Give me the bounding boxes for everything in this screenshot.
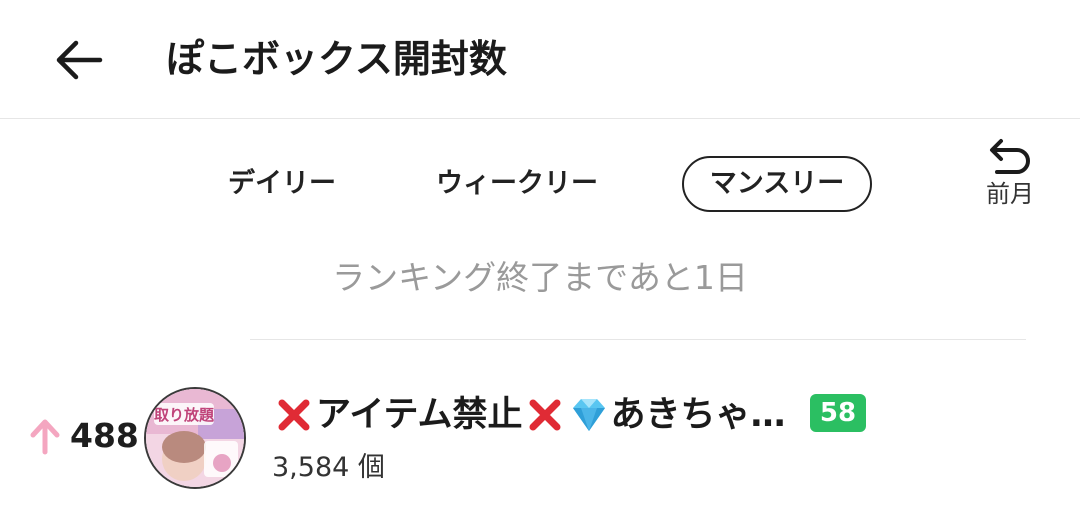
back-button[interactable]: [48, 30, 108, 90]
period-tabs: デイリー ウィークリー マンスリー: [0, 156, 1080, 214]
streamer-name[interactable]: アイテム禁止 あきちゃ…: [272, 392, 786, 440]
divider: [250, 339, 1026, 340]
cross-mark-icon: [529, 399, 561, 431]
streamer-name-part2: あきちゃ…: [610, 395, 786, 435]
arrow-left-icon: [56, 40, 103, 80]
undo-arrow-icon: [990, 139, 1030, 174]
level-badge: 58: [810, 394, 866, 432]
page-title: ぽこボックス開封数: [166, 37, 507, 81]
arrow-up-icon: [30, 419, 60, 455]
cross-mark-icon: [278, 399, 310, 431]
avatar-badge-text: 取り放題: [154, 406, 215, 424]
prev-month-label: 前月: [986, 180, 1034, 208]
prev-month-button[interactable]: 前月: [975, 137, 1045, 229]
avatar[interactable]: 取り放題: [144, 387, 246, 489]
gem-icon: [572, 399, 605, 431]
open-count: 3,584 個: [272, 452, 385, 483]
tab-weekly[interactable]: ウィークリー: [436, 156, 598, 212]
header: ぽこボックス開封数: [0, 0, 1080, 119]
rank-number: 488: [70, 416, 139, 455]
page: ぽこボックス開封数 デイリー ウィークリー マンスリー 前月 ランキング終了まで…: [0, 0, 1080, 520]
ranking-row[interactable]: 488 取り放題 アイテム禁止 あきちゃ… 58 3,584 個: [0, 380, 1080, 500]
streamer-name-part1: アイテム禁止: [316, 395, 523, 435]
tab-monthly[interactable]: マンスリー: [682, 156, 872, 212]
ranking-remaining-text: ランキング終了まであと1日: [332, 258, 748, 297]
tab-daily[interactable]: デイリー: [228, 156, 336, 212]
